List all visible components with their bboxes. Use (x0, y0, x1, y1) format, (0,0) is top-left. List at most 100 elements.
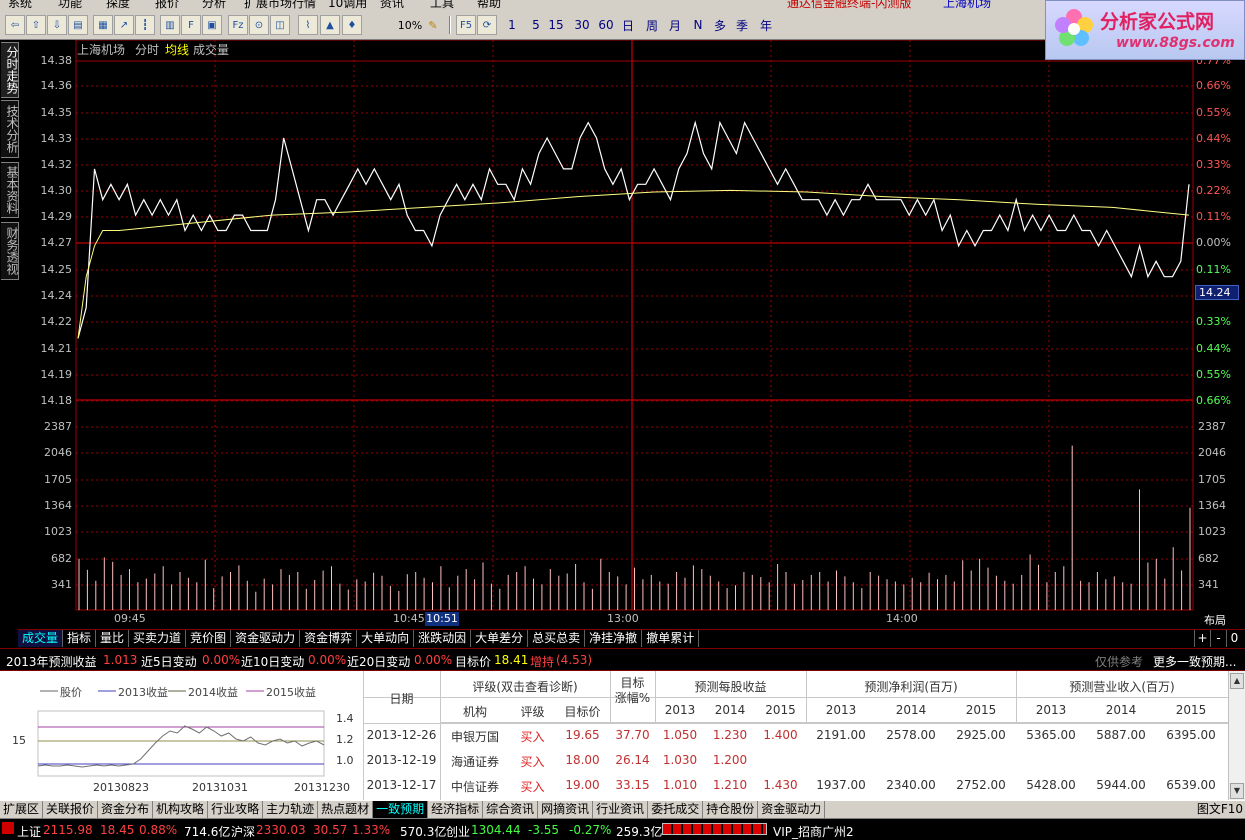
menu-item-6[interactable]: 10调用 (328, 0, 367, 10)
down-icon[interactable]: ⇩ (47, 15, 67, 35)
indicator-tab-1[interactable]: 指标 (63, 630, 97, 647)
side-tab-3[interactable]: 财务透视 (1, 222, 19, 280)
period-button-10[interactable]: 季 (732, 15, 752, 35)
period-button-1[interactable]: 5 (526, 15, 546, 35)
bottom-tab-5[interactable]: 主力轨迹 (263, 801, 319, 818)
back-icon[interactable]: ⇦ (5, 15, 25, 35)
kline-icon[interactable]: ┇ (135, 15, 155, 35)
side-tab-2[interactable]: 基本资料 (1, 162, 19, 218)
indicator-tab-0[interactable]: 成交量 (18, 630, 64, 647)
multi-chart-icon[interactable]: ♦ (342, 15, 362, 35)
period-button-4[interactable]: 60 (596, 15, 616, 35)
indicator-tab-10[interactable]: 总买总卖 (528, 630, 586, 647)
percent-button[interactable]: 10% (398, 15, 422, 35)
indicator-tab-7[interactable]: 大单动向 (357, 630, 415, 647)
indicator-tab-9[interactable]: 大单差分 (471, 630, 529, 647)
indicator-tab-4[interactable]: 竞价图 (186, 630, 232, 647)
indicator-tab-3[interactable]: 买卖力道 (129, 630, 187, 647)
menu-item-9[interactable]: 帮助 (477, 0, 501, 10)
menu-item-0[interactable]: 系统 (8, 0, 32, 10)
bottom-tab-6[interactable]: 热点题材 (318, 801, 374, 818)
more-forecast-link[interactable]: 更多一致预期... (1153, 653, 1236, 670)
side-tab-1[interactable]: 技术分析 (1, 100, 19, 158)
bottom-tab-8[interactable]: 经济指标 (428, 801, 484, 818)
mini-xtick: 20130823 (93, 781, 149, 794)
bottom-tab-12[interactable]: 委托成交 (648, 801, 704, 818)
bottom-tab-1[interactable]: 关联报价 (43, 801, 99, 818)
side-tab-0[interactable]: 分时走势 (1, 42, 19, 98)
menu-item-4[interactable]: 分析 (202, 0, 226, 10)
volume-tick: 341 (51, 578, 72, 591)
period-button-3[interactable]: 30 (572, 15, 592, 35)
avg-line (77, 189, 1190, 339)
menu-item-3[interactable]: 报价 (155, 0, 179, 10)
row-forecast: 1.200 (712, 753, 748, 767)
period-button-5[interactable]: 日 (618, 15, 638, 35)
bottom-tab-7[interactable]: 一致预期 (373, 801, 429, 818)
menu-item-1[interactable]: 功能 (58, 0, 82, 10)
menu-item-7[interactable]: 资讯 (380, 0, 404, 10)
up-icon[interactable]: ⇧ (26, 15, 46, 35)
f5-icon[interactable]: F5 (456, 15, 476, 35)
volume-tick-right: 341 (1198, 578, 1219, 591)
info-icon[interactable]: ◫ (270, 15, 290, 35)
indicator-tab-11[interactable]: 净挂净撤 (585, 630, 643, 647)
bottom-tab-2[interactable]: 资金分布 (98, 801, 154, 818)
period-button-9[interactable]: 多 (710, 15, 730, 35)
f10-icon[interactable]: F (181, 15, 201, 35)
indicator-tab-8[interactable]: 涨跌动因 (414, 630, 472, 647)
tab-nav-0[interactable]: + (1194, 630, 1210, 647)
fmt-icon[interactable]: ⊙ (249, 15, 269, 35)
fiz-icon[interactable]: Fz (228, 15, 248, 35)
indicator-tab-5[interactable]: 资金驱动力 (231, 630, 301, 647)
refresh-icon[interactable]: ⟳ (477, 15, 497, 35)
pen-icon[interactable]: ✎ (424, 15, 442, 35)
indicator-tab-2[interactable]: 量比 (96, 630, 130, 647)
period-button-11[interactable]: 年 (756, 15, 776, 35)
fin-icon[interactable]: ▣ (202, 15, 222, 35)
row-upside: 26.14 (615, 753, 650, 767)
forecast-panel: 股价 2013收益 2014收益 2015收益 1.4 1.2 1.0 15 20130823 2… (0, 670, 1245, 801)
row-rating: 买入 (520, 755, 545, 769)
bottom-tab-11[interactable]: 行业资讯 (593, 801, 649, 818)
period-button-0[interactable]: 1 (502, 15, 522, 35)
line-chart-icon[interactable]: ↗ (114, 15, 134, 35)
period-button-6[interactable]: 周 (642, 15, 662, 35)
f10-button[interactable]: 图文F10 (1197, 801, 1243, 817)
bottom-tab-14[interactable]: 资金驱动力 (758, 801, 826, 818)
forecast-eps-label: 2013年预测收益 (6, 655, 97, 669)
intraday-chart[interactable] (20, 40, 1245, 630)
report-icon[interactable]: ▥ (160, 15, 180, 35)
bottom-tab-13[interactable]: 持仓股份 (703, 801, 759, 818)
table-icon[interactable]: ▦ (93, 15, 113, 35)
indicator-tab-6[interactable]: 资金博弈 (300, 630, 358, 647)
bottom-tab-0[interactable]: 扩展区 (0, 801, 44, 818)
tab-nav-2[interactable]: 0 (1226, 630, 1242, 647)
rating-label: 增持 (530, 655, 555, 669)
period-button-7[interactable]: 月 (665, 15, 685, 35)
avg-line-label: 均线 (165, 43, 190, 57)
bottom-tab-9[interactable]: 综合资讯 (483, 801, 539, 818)
scroll-down-icon[interactable]: ▼ (1230, 783, 1244, 799)
row-date: 2013-12-19 (366, 753, 437, 767)
bottom-tab-4[interactable]: 行业攻略 (208, 801, 264, 818)
row-forecast: 5887.00 (1096, 728, 1146, 742)
menu-item-5[interactable]: 扩展市场行情 (244, 0, 316, 10)
period-button-8[interactable]: N (688, 15, 708, 35)
menu-item-2[interactable]: 探度 (106, 0, 130, 10)
scroll-up-icon[interactable]: ▲ (1230, 673, 1244, 689)
layout-button[interactable]: 布局 (1204, 612, 1226, 628)
list-icon[interactable]: ▤ (68, 15, 88, 35)
bottom-tab-10[interactable]: 网摘资讯 (538, 801, 594, 818)
period-button-2[interactable]: 15 (546, 15, 566, 35)
col-year: 2013 (825, 703, 857, 717)
indicator-tab-12[interactable]: 撤单累计 (642, 630, 700, 647)
row-forecast: 5428.00 (1026, 778, 1076, 792)
pct-tick: 0.44% (1196, 342, 1231, 355)
forecast-scrollbar[interactable]: ▲ ▼ (1228, 671, 1245, 801)
pct-chart-icon[interactable]: ⌇ (298, 15, 318, 35)
tab-nav-1[interactable]: - (1210, 630, 1226, 647)
bottom-tab-3[interactable]: 机构攻略 (153, 801, 209, 818)
menu-item-8[interactable]: 工具 (430, 0, 454, 10)
bar-chart-icon[interactable]: ▲ (320, 15, 340, 35)
